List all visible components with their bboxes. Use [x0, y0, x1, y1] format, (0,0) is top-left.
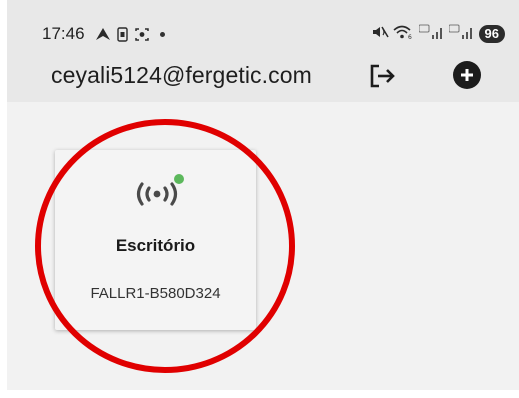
sim-icon [117, 26, 128, 42]
device-card[interactable]: Escritório FALLR1-B580D324 [55, 150, 256, 330]
logout-icon [370, 64, 395, 88]
logout-button[interactable] [367, 62, 397, 90]
wifi-icon: 6 [393, 24, 415, 45]
signal-5g-icon-1 [418, 24, 445, 45]
status-right-icons: 6 96 [371, 22, 505, 46]
app-header: 17:46 6 96 ceyali5124@fergetic.com [7, 0, 519, 102]
device-name: Escritório [115, 236, 196, 255]
status-time: 17:46 [42, 24, 85, 43]
add-circle-icon [461, 69, 473, 81]
account-email: ceyali5124@fergetic.com [51, 62, 312, 88]
mute-icon [371, 25, 389, 44]
screen-record-icon [134, 27, 150, 42]
navigation-icon [95, 27, 111, 41]
add-device-button[interactable] [453, 61, 481, 89]
app-screen: 17:46 6 96 ceyali5124@fergetic.com Escri… [7, 0, 519, 390]
signal-5g-icon-2 [448, 24, 475, 45]
svg-text:6: 6 [408, 34, 412, 40]
device-id: FALLR1-B580D324 [90, 285, 221, 302]
status-left-icons [95, 22, 165, 46]
online-status-dot [174, 174, 184, 184]
battery-indicator: 96 [478, 25, 505, 43]
header-row: ceyali5124@fergetic.com [7, 56, 519, 94]
status-bar: 17:46 6 96 [7, 22, 519, 46]
notification-dot [160, 31, 165, 37]
